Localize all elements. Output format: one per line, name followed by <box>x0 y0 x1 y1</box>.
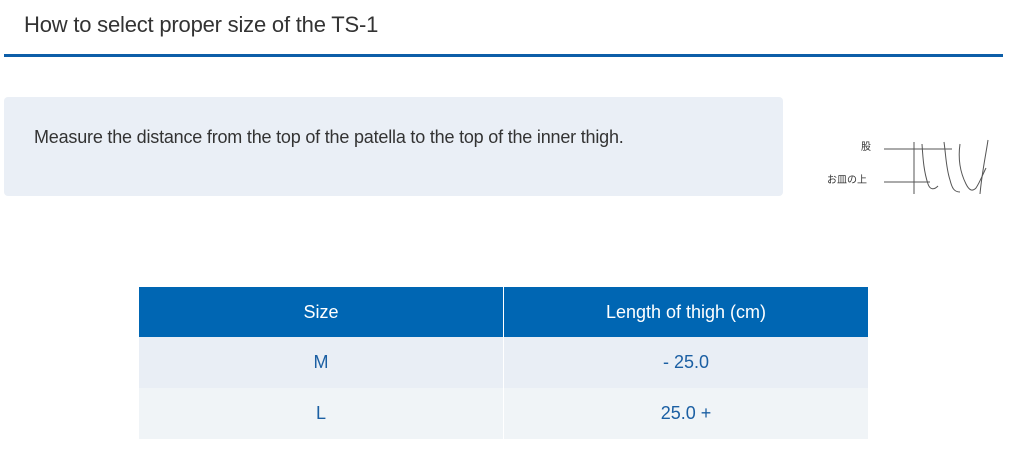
leg-outline-illustration <box>884 139 989 195</box>
table-row: L 25.0 + <box>139 388 868 439</box>
right-knee-outline <box>958 143 987 191</box>
measurement-diagram: 股 お皿の上 <box>820 132 1000 202</box>
title-divider <box>4 54 1003 57</box>
header-length: Length of thigh (cm) <box>503 287 868 337</box>
size-table: Size Length of thigh (cm) M - 25.0 L 25.… <box>139 287 868 439</box>
size-cell: M <box>139 337 504 388</box>
size-cell: L <box>139 388 504 439</box>
length-cell: - 25.0 <box>503 337 868 388</box>
instruction-text: Measure the distance from the top of the… <box>34 127 624 147</box>
right-leg-outer-outline <box>979 139 989 195</box>
length-cell: 25.0 + <box>503 388 868 439</box>
instruction-box: Measure the distance from the top of the… <box>4 97 783 196</box>
table-header-row: Size Length of thigh (cm) <box>139 287 868 337</box>
page-title: How to select proper size of the TS-1 <box>24 12 379 37</box>
header-size: Size <box>139 287 504 337</box>
table-row: M - 25.0 <box>139 337 868 388</box>
